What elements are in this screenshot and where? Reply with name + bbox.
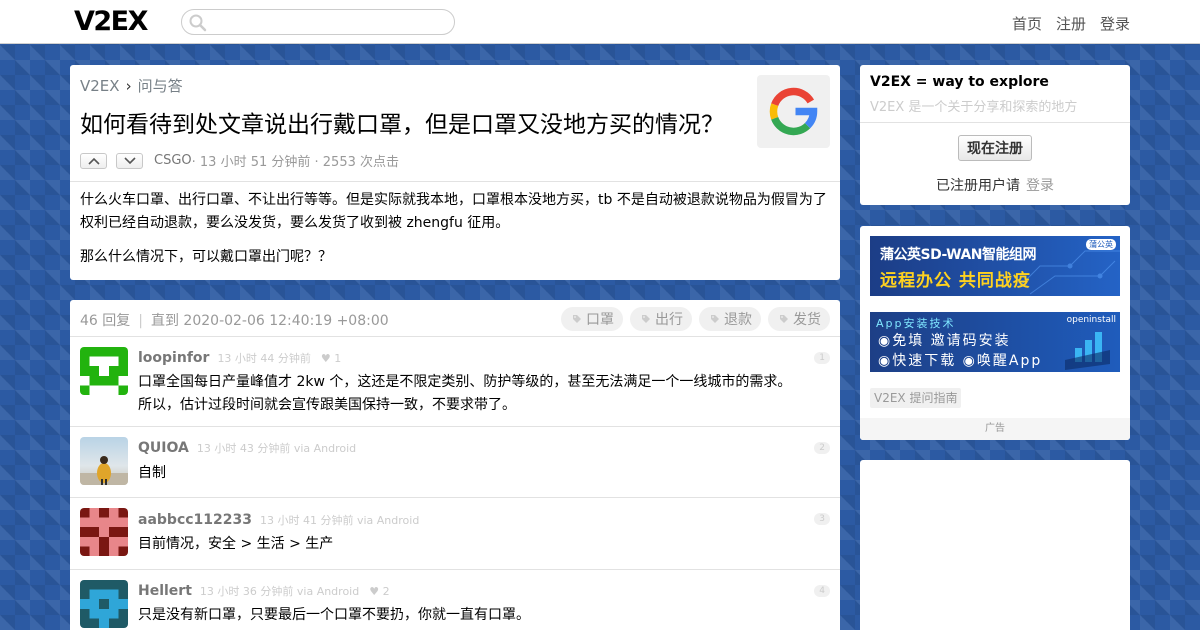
header-separator: | [138, 313, 143, 329]
chevron-up-icon [87, 157, 100, 165]
reply-number: 3 [814, 513, 830, 525]
reply-likes: ♥ 1 [320, 352, 342, 365]
nav-register-link[interactable]: 注册 [1056, 13, 1086, 34]
ad-subline: ◉快速下载 ◉唤醒App [878, 353, 1043, 369]
reply-content: 只是没有新口罩，只要最后一个口罩不要扔，你就一直有口罩。 [138, 607, 530, 623]
reply-content: 目前情况，安全 > 生活 > 生产 [138, 536, 334, 552]
reply-item: aabbcc112233 13 小时 41 分钟前 via Android 3 目… [70, 498, 840, 569]
topic-paragraph: 什么火车口罩、出行口罩、不让出行等等。但是实际就我本地，口罩根本没地方买，tb … [80, 192, 827, 231]
tag-icon [780, 315, 788, 323]
identicon-avatar [80, 508, 128, 556]
reply-number: 4 [814, 585, 830, 597]
login-prompt-text: 已注册用户请 [936, 178, 1020, 194]
ad-banner-openinstall[interactable]: openinstall App安装技术 ◉免填 邀请码安装 ◉快速下载 ◉唤醒A… [870, 312, 1120, 372]
reply-text-line: 所以，估计过段时间就会宣传跟美国保持一致，不要求带了。 [138, 397, 516, 413]
tag-link[interactable]: 出行 [630, 307, 692, 331]
last-reply-time: 直到 2020-02-06 12:40:19 +08:00 [150, 313, 389, 329]
search-input[interactable] [181, 9, 455, 35]
upvote-button[interactable] [80, 152, 107, 169]
ad-subline: ◉免填 邀请码安装 [878, 333, 1011, 349]
tag-icon [711, 315, 719, 323]
reply-content: 口罩全国每日产量峰值才 2kw 个，这还是不限定类别、防护等级的，甚至无法满足一… [138, 371, 791, 417]
downvote-button[interactable] [116, 152, 143, 169]
breadcrumb: V2EX › 问与答 [80, 75, 183, 96]
reply-username-link[interactable]: loopinfor [138, 350, 209, 366]
divider [70, 181, 840, 182]
topic-paragraph: 那么什么情况下，可以戴口罩出门呢？？ [80, 249, 332, 265]
reply-item: QUIOA 13 小时 43 分钟前 via Android 2 自制 [70, 427, 840, 497]
nav-home-link[interactable]: 首页 [1012, 13, 1042, 34]
topic-author-link[interactable]: CSGO [154, 153, 192, 168]
reply-header: QUIOA 13 小时 43 分钟前 via Android [138, 440, 356, 456]
ad-badge: 蒲公英 [1086, 239, 1116, 250]
divider [860, 122, 1130, 123]
topic-title: 如何看待到处文章说出行戴口罩，但是口罩又没地方买的情况？ [80, 112, 724, 138]
tag-link[interactable]: 口罩 [561, 307, 623, 331]
identicon-avatar [80, 347, 128, 395]
topic-box: V2EX › 问与答 如何看待到处文章说出行戴口罩，但是口罩又没地方买的情况？ CS… [70, 65, 840, 280]
reply-number: 1 [814, 352, 830, 364]
tag-icon [573, 315, 581, 323]
sidebar-login-link[interactable]: 登录 [1026, 178, 1054, 194]
question-guide-link[interactable]: V2EX 提问指南 [870, 388, 962, 408]
register-button[interactable]: 现在注册 [958, 135, 1032, 161]
reply-username-link[interactable]: QUIOA [138, 440, 189, 456]
sidebar-empty-box [860, 460, 1130, 630]
ad-headline: 蒲公英SD-WAN智能组网 [880, 247, 1037, 263]
reply-time: 13 小时 43 分钟前 via Android [196, 442, 357, 455]
sidebar-title: V2EX = way to explore [870, 74, 1049, 90]
reply-count: 46 回复 [80, 313, 131, 329]
breadcrumb-home-link[interactable]: V2EX [80, 77, 120, 95]
reply-number: 2 [814, 442, 830, 454]
topic-meta-info: · 13 小时 51 分钟前 · 2553 次点击 [191, 155, 399, 170]
reply-header: aabbcc112233 13 小时 41 分钟前 via Android [138, 512, 419, 528]
user-avatar[interactable] [80, 508, 128, 556]
breadcrumb-node-link[interactable]: 问与答 [138, 77, 183, 95]
identicon-avatar [80, 580, 128, 628]
user-avatar[interactable] [80, 580, 128, 628]
ad-badge: openinstall [1066, 315, 1116, 325]
reply-time: 13 小时 44 分钟前 [217, 352, 311, 365]
top-bar: V2EX 首页 注册 登录 [0, 0, 1200, 44]
breadcrumb-separator: › [125, 77, 132, 95]
topic-tags: 口罩 出行 退款 发货 [561, 307, 830, 331]
reply-time: 13 小时 36 分钟前 via Android [199, 585, 360, 598]
reply-header: loopinfor 13 小时 44 分钟前 ♥ 1 [138, 350, 341, 366]
google-logo-icon [769, 87, 818, 136]
author-avatar[interactable] [757, 75, 830, 148]
reply-text-line: 口罩全国每日产量峰值才 2kw 个，这还是不限定类别、防护等级的，甚至无法满足一… [138, 374, 792, 390]
sidebar-subtitle: V2EX 是一个关于分享和探索的地方 [870, 100, 1078, 115]
reply-time: 13 小时 41 分钟前 via Android [259, 514, 420, 527]
login-prompt: 已注册用户请 登录 [860, 175, 1130, 195]
ad-subline: 远程办公 共同战疫 [880, 271, 1031, 291]
top-nav: 首页 注册 登录 [1012, 13, 1130, 34]
sidebar-ad-box: 蒲公英 蒲公英SD-WAN智能组网 远程办公 共同战疫 openinstall … [860, 226, 1130, 440]
reply-likes: ♥ 2 [369, 585, 390, 598]
tag-icon [642, 315, 650, 323]
tag-link[interactable]: 退款 [699, 307, 761, 331]
photo-avatar [80, 437, 128, 485]
tag-link[interactable]: 发货 [768, 307, 830, 331]
chevron-down-icon [123, 156, 136, 164]
user-avatar[interactable] [80, 347, 128, 395]
replies-box: 46 回复 | 直到 2020-02-06 12:40:19 +08:00 口罩 出… [70, 300, 840, 630]
ad-label: 广告 [860, 418, 1130, 440]
user-avatar[interactable] [80, 437, 128, 485]
reply-header: Hellert 13 小时 36 分钟前 via Android ♥ 2 [138, 583, 390, 599]
reply-content: 自制 [138, 465, 166, 481]
reply-item: Hellert 13 小时 36 分钟前 via Android ♥ 2 4 只是没… [70, 570, 840, 630]
reply-username-link[interactable]: Hellert [138, 583, 192, 599]
replies-header: 46 回复 | 直到 2020-02-06 12:40:19 +08:00 [80, 310, 389, 330]
sidebar-welcome-box: V2EX = way to explore V2EX 是一个关于分享和探索的地方… [860, 65, 1130, 205]
reply-item: loopinfor 13 小时 44 分钟前 ♥ 1 1 口罩全国每日产量峰值才 2… [70, 337, 840, 426]
ad-headline: App安装技术 [876, 317, 956, 330]
nav-login-link[interactable]: 登录 [1100, 13, 1130, 34]
topic-meta: CSGO · 13 小时 51 分钟前 · 2553 次点击 [80, 151, 399, 170]
ad-banner-pgy[interactable]: 蒲公英 蒲公英SD-WAN智能组网 远程办公 共同战疫 [870, 236, 1120, 296]
site-logo[interactable]: V2EX [74, 6, 148, 37]
reply-username-link[interactable]: aabbcc112233 [138, 512, 252, 528]
search-icon [189, 14, 207, 32]
